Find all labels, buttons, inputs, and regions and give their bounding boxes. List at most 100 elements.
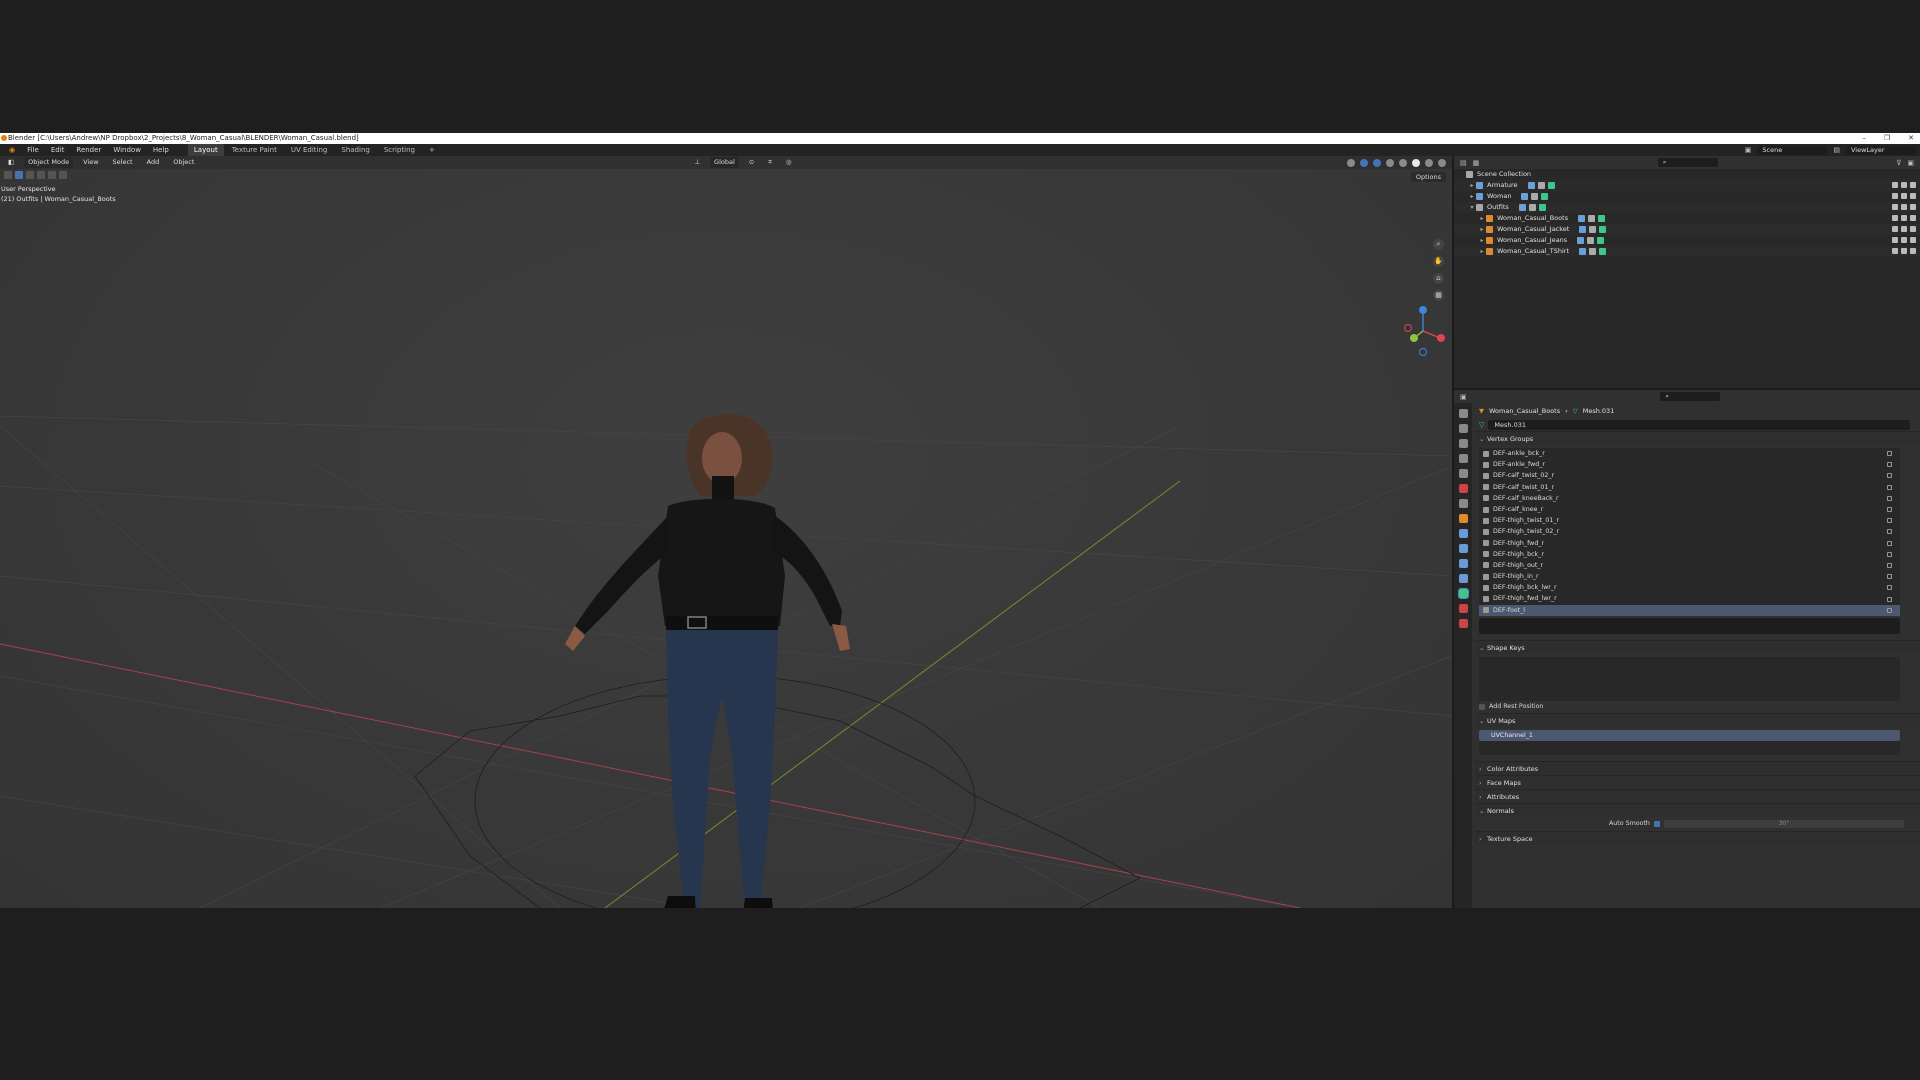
render-tab-icon[interactable] (1458, 424, 1468, 433)
lock-icon[interactable] (1887, 518, 1892, 524)
expand-arrow-icon[interactable]: ▾ (1468, 202, 1476, 213)
vertex-group-item[interactable]: DEF-thigh_twist_02_r (1479, 526, 1900, 537)
mesh-data-tab-icon[interactable] (1457, 588, 1469, 599)
lock-icon[interactable] (1887, 551, 1892, 557)
pan-hand-icon[interactable]: ✋ (1433, 256, 1444, 267)
lock-icon[interactable] (1887, 495, 1892, 501)
properties-search-input[interactable]: ⌕ (1660, 392, 1721, 401)
particles-tab-icon[interactable] (1458, 544, 1468, 553)
menu-view[interactable]: View (79, 157, 102, 168)
xray-toggle-icon[interactable] (1386, 158, 1394, 167)
blender-menu-icon[interactable]: ◉ (4, 144, 20, 156)
visibility-icon[interactable] (1347, 158, 1355, 167)
tab-uv-editing[interactable]: UV Editing (285, 144, 334, 156)
pivot-icon[interactable]: ⊙ (745, 157, 758, 168)
mode-selector[interactable]: Object Mode (24, 157, 74, 168)
outliner-row[interactable]: ▸ Armature (1454, 180, 1920, 191)
modifier-tab-icon[interactable] (1458, 529, 1468, 538)
gizmo-neg-x-axis[interactable] (1404, 324, 1412, 332)
lock-icon[interactable] (1887, 540, 1892, 546)
select-intersect-icon[interactable] (59, 171, 67, 179)
mesh-browse-icon[interactable]: ▽ (1479, 421, 1484, 429)
object-tab-icon[interactable] (1458, 514, 1468, 523)
menu-edit[interactable]: Edit (46, 144, 70, 156)
vertex-group-item[interactable]: DEF-thigh_fwd_lwr_r (1479, 593, 1900, 604)
gizmo-toggle-icon[interactable] (1360, 158, 1368, 167)
outliner-row[interactable]: ▾ Outfits (1454, 202, 1920, 213)
uv-maps-header[interactable]: ⌄ UV Maps (1475, 712, 1920, 727)
expand-arrow-icon[interactable]: ▸ (1478, 213, 1486, 224)
properties-editor-icon[interactable]: ▣ (1460, 393, 1467, 401)
physics-tab-icon[interactable] (1458, 559, 1468, 568)
filter-icon[interactable]: ⊽ (1896, 159, 1901, 167)
close-button[interactable]: ✕ (1908, 133, 1914, 144)
texture-tab-icon[interactable] (1458, 619, 1468, 628)
tab-shading[interactable]: Shading (335, 144, 375, 156)
tool-tab-icon[interactable] (1458, 409, 1468, 418)
visibility-toggles[interactable] (1892, 226, 1916, 232)
vertex-group-item[interactable]: DEF-calf_twist_01_r (1479, 482, 1900, 493)
outliner-row[interactable]: ▸ Woman_Casual_Boots (1454, 213, 1920, 224)
shading-wireframe-icon[interactable] (1399, 158, 1407, 167)
add-workspace-button[interactable]: + (423, 144, 441, 156)
scene-selector[interactable]: Scene (1757, 145, 1828, 155)
add-rest-position-checkbox[interactable] (1479, 703, 1485, 710)
auto-smooth-angle-slider[interactable]: 30° (1663, 819, 1904, 828)
uv-map-item[interactable]: UVChannel_1 (1479, 729, 1900, 741)
outliner-row[interactable]: ▸ Woman_Casual_TShirt (1454, 246, 1920, 257)
options-button[interactable]: Options (1410, 172, 1446, 182)
proportional-edit-icon[interactable]: ◎ (782, 157, 796, 168)
collection-tab-icon[interactable] (1458, 499, 1468, 508)
menu-object[interactable]: Object (169, 157, 198, 168)
menu-window[interactable]: Window (108, 144, 146, 156)
scene-tab-icon[interactable] (1458, 469, 1468, 478)
vertex-group-filter-bar[interactable] (1479, 617, 1900, 634)
mesh-name-field[interactable]: Mesh.031 (1488, 420, 1910, 430)
lock-icon[interactable] (1887, 462, 1892, 468)
vertex-groups-header[interactable]: ⌄ Vertex Groups (1475, 431, 1920, 445)
vertex-group-item[interactable]: DEF-ankle_fwd_r (1479, 459, 1900, 470)
shape-keys-header[interactable]: ⌄ Shape Keys (1475, 639, 1920, 654)
visibility-toggles[interactable] (1892, 237, 1916, 243)
select-extend-icon[interactable] (26, 171, 34, 179)
select-subtract-icon[interactable] (37, 171, 45, 179)
navigation-gizmo[interactable] (1404, 306, 1446, 356)
select-invert-icon[interactable] (48, 171, 56, 179)
camera-view-icon[interactable]: ⌂ (1433, 273, 1444, 284)
lock-icon[interactable] (1887, 562, 1892, 568)
vertex-group-item[interactable]: DEF-ankle_bck_r (1479, 448, 1900, 459)
tab-scripting[interactable]: Scripting (378, 144, 421, 156)
visibility-toggles[interactable] (1892, 193, 1916, 199)
orientation-selector[interactable]: Global (710, 157, 739, 168)
lock-icon[interactable] (1887, 574, 1892, 580)
vertex-group-item[interactable]: DEF-thigh_bck_r (1479, 549, 1900, 560)
menu-select[interactable]: Select (109, 157, 137, 168)
outliner-row[interactable]: Scene Collection (1454, 169, 1920, 180)
output-tab-icon[interactable] (1458, 439, 1468, 448)
editor-type-icon[interactable]: ◧ (4, 157, 18, 168)
visibility-toggles[interactable] (1892, 204, 1916, 210)
maximize-button[interactable]: ❐ (1884, 133, 1890, 144)
vertex-group-item[interactable]: DEF-thigh_out_r (1479, 560, 1900, 571)
lock-icon[interactable] (1887, 607, 1892, 613)
material-tab-icon[interactable] (1458, 604, 1468, 613)
outliner-row[interactable]: ▸ Woman_Casual_Jeans (1454, 235, 1920, 246)
outliner-search-input[interactable]: ⌕ (1657, 158, 1718, 167)
world-tab-icon[interactable] (1458, 484, 1468, 493)
constraints-tab-icon[interactable] (1458, 574, 1468, 583)
lock-icon[interactable] (1887, 596, 1892, 602)
lock-icon[interactable] (1887, 451, 1892, 457)
3d-viewport[interactable]: ◧ Object Mode View Select Add Object ⊥ G… (0, 156, 1452, 908)
shading-solid-icon[interactable] (1412, 158, 1420, 167)
attributes-header[interactable]: › Attributes (1475, 788, 1920, 803)
visibility-toggles[interactable] (1892, 182, 1916, 188)
visibility-toggles[interactable] (1892, 215, 1916, 221)
minimize-button[interactable]: – (1862, 133, 1866, 144)
tab-texture-paint[interactable]: Texture Paint (226, 144, 283, 156)
tool-select-icon[interactable] (4, 171, 12, 179)
display-mode-icon[interactable]: ▦ (1473, 159, 1480, 167)
outliner-row[interactable]: ▸ Woman (1454, 191, 1920, 202)
snap-icon[interactable]: ⌗ (764, 157, 776, 168)
viewlayer-selector[interactable]: ViewLayer (1846, 145, 1916, 155)
expand-arrow-icon[interactable]: ▸ (1468, 191, 1476, 202)
